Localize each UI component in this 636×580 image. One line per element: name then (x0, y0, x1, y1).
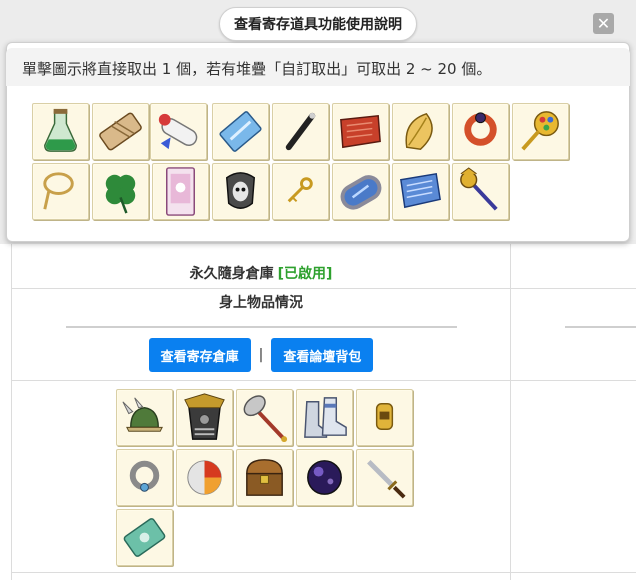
gold-bracelet-icon (375, 403, 394, 431)
inventory-item-slot[interactable] (116, 449, 173, 506)
storage-item-slot[interactable] (212, 163, 269, 220)
inventory-item-slot[interactable] (236, 389, 293, 446)
red-ring-icon (464, 112, 497, 146)
popup-message: 單擊圖示將直接取出 1 個，若有堆疊「自訂取出」可取出 2 ~ 20 個。 (6, 48, 630, 86)
silver-boots-icon (304, 397, 347, 438)
treasure-chest-icon (246, 459, 283, 496)
mirror-frame-icon (340, 175, 382, 210)
inventory-item-slot[interactable] (296, 389, 353, 446)
view-forum-bag-button[interactable]: 查看論壇背包 (271, 338, 374, 372)
storage-item-slot[interactable] (452, 103, 509, 160)
green-jade-card-icon (123, 518, 166, 557)
storage-item-slot[interactable] (92, 103, 149, 160)
section-divider (66, 326, 457, 328)
dark-armor-icon (184, 393, 225, 440)
rolled-scroll-icon (158, 113, 198, 150)
storage-item-slot[interactable] (272, 163, 329, 220)
inventory-item-slot[interactable] (176, 449, 233, 506)
winged-helmet-icon (122, 397, 163, 432)
storage-status: 永久隨身倉庫 [已啟用] (12, 258, 510, 288)
inventory-title: 身上物品情況 (219, 295, 303, 311)
popup-title: 查看寄存道具功能使用說明 (219, 7, 417, 41)
inventory-item-slot[interactable] (116, 389, 173, 446)
four-leaf-clover-icon (105, 174, 136, 214)
skull-mask-icon (225, 172, 256, 209)
storage-item-slot[interactable] (92, 163, 149, 220)
storage-status-label: 永久隨身倉庫 (189, 266, 274, 282)
green-potion-icon (44, 108, 77, 152)
dark-orb-icon (307, 460, 342, 495)
short-dagger-icon (367, 460, 406, 499)
storage-item-slot[interactable] (452, 163, 509, 220)
table-row-divider (11, 380, 636, 381)
storage-item-slot[interactable] (512, 103, 569, 160)
storage-item-slot[interactable] (332, 163, 389, 220)
storage-item-slot[interactable] (212, 103, 269, 160)
black-wand-icon (285, 112, 316, 151)
golden-gem-key-icon (521, 111, 559, 151)
storage-item-slot[interactable] (152, 163, 209, 220)
close-icon: ✕ (596, 14, 611, 33)
storage-item-slot[interactable] (392, 163, 449, 220)
inventory-item-slot[interactable] (356, 449, 413, 506)
sidebar-strip (630, 50, 636, 240)
storage-item-slot[interactable] (392, 103, 449, 160)
pink-card-icon (166, 167, 195, 216)
section-divider-right (565, 326, 636, 328)
storage-item-slot[interactable] (332, 103, 389, 160)
close-button[interactable]: ✕ (593, 13, 614, 34)
blue-scroll-icon (400, 172, 441, 209)
inventory-item-slot[interactable] (356, 389, 413, 446)
view-storage-button[interactable]: 查看寄存倉庫 (148, 338, 251, 372)
inventory-item-slot[interactable] (296, 449, 353, 506)
blue-crystal-card-icon (219, 111, 262, 152)
red-scroll-icon (340, 114, 381, 149)
button-separator: | (258, 347, 264, 363)
storage-item-slot[interactable] (32, 103, 89, 160)
action-buttons: 查看寄存倉庫 | 查看論壇背包 (12, 338, 510, 372)
inventory-item-slot[interactable] (116, 509, 173, 566)
table-border-middle (510, 244, 511, 580)
table-row-divider (11, 288, 636, 289)
silver-ring-icon (129, 460, 160, 492)
small-key-icon (287, 177, 313, 203)
golden-mace-icon (460, 167, 498, 211)
table-row-divider (11, 572, 636, 573)
axe-staff-icon (243, 395, 288, 443)
bandage-card-icon (99, 112, 142, 151)
golden-leaf-icon (405, 112, 433, 150)
inventory-item-slot[interactable] (176, 389, 233, 446)
rope-amulet-icon (43, 172, 74, 210)
inventory-item-slot[interactable] (236, 449, 293, 506)
status-badge: [已啟用] (277, 266, 333, 282)
storage-item-slot[interactable] (272, 103, 329, 160)
storage-item-slot[interactable] (150, 103, 207, 160)
red-orb-icon (187, 460, 222, 495)
storage-item-slot[interactable] (32, 163, 89, 220)
